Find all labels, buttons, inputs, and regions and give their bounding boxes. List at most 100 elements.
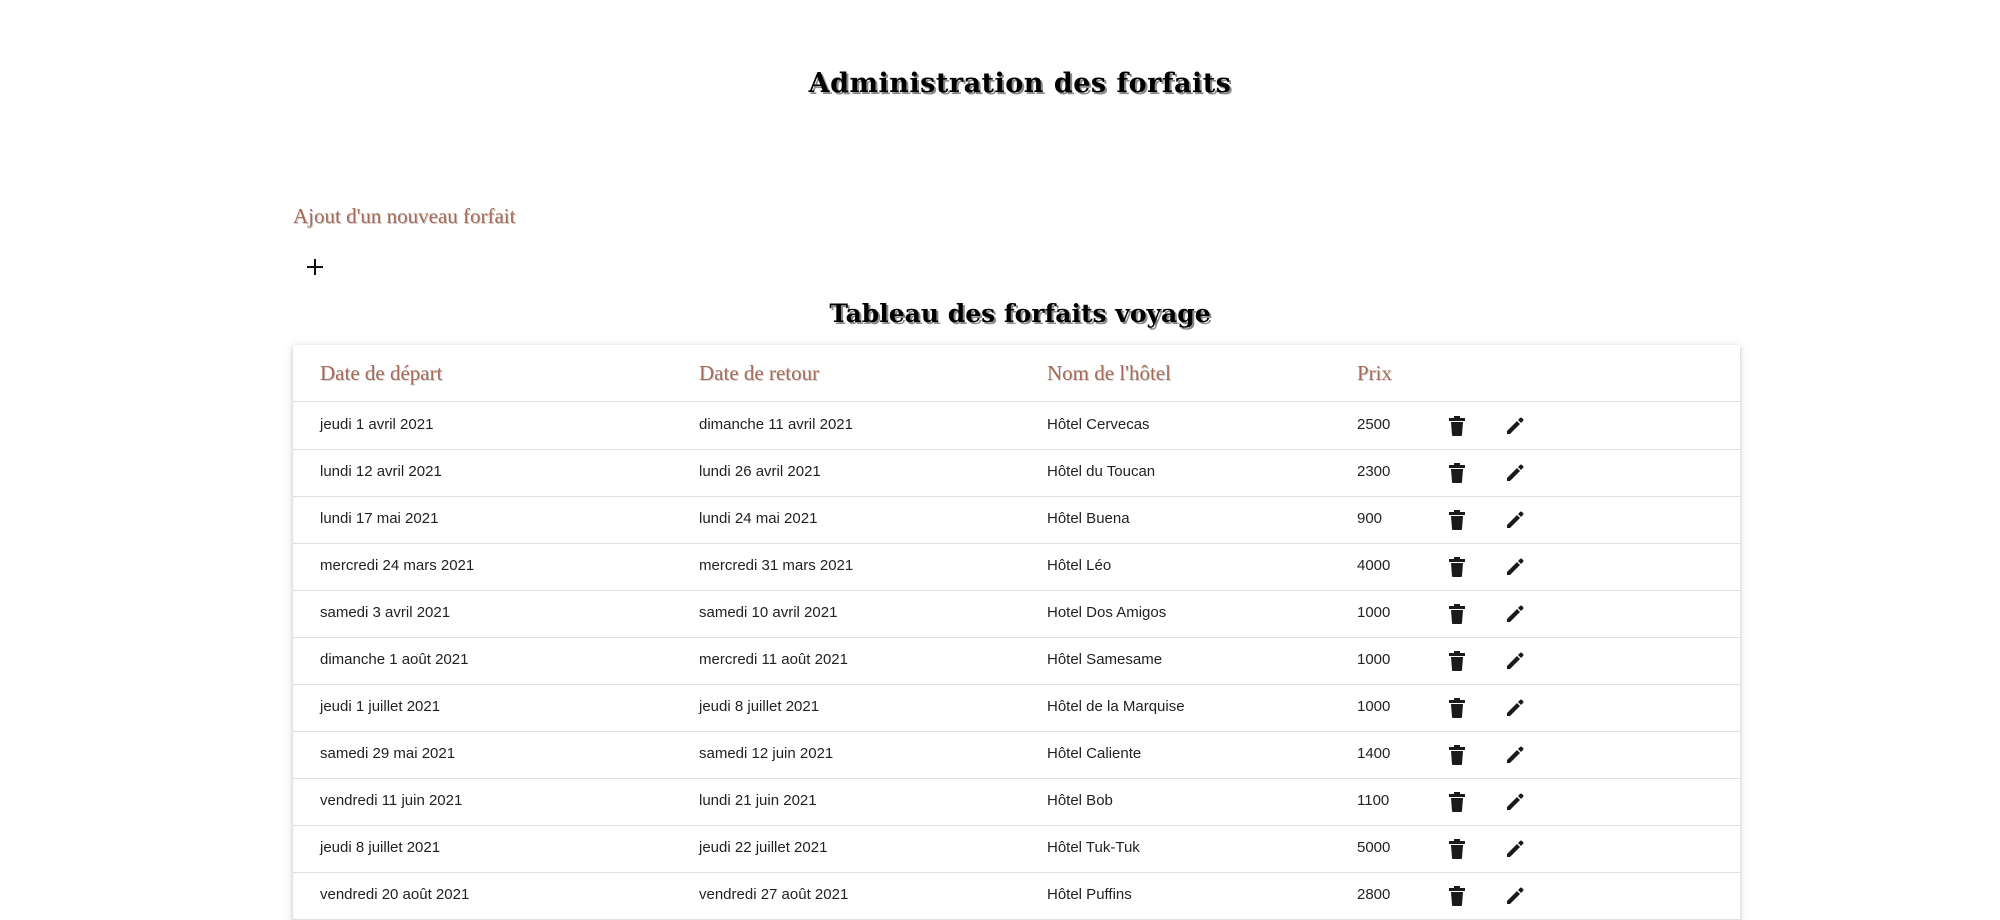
pencil-icon (1504, 791, 1526, 813)
column-header-departure-date: Date de départ (320, 361, 443, 385)
table-header-row: Date de départ Date de retour Nom de l'h… (293, 345, 1740, 402)
trash-icon (1447, 744, 1467, 766)
pencil-icon (1504, 603, 1526, 625)
delete-button[interactable] (1444, 648, 1470, 674)
delete-button[interactable] (1444, 601, 1470, 627)
hotel-name-cell: Hôtel de la Marquise (1047, 698, 1185, 715)
pencil-icon (1504, 556, 1526, 578)
column-header-return-date: Date de retour (699, 361, 820, 385)
plus-icon (305, 257, 325, 280)
departure-date-cell: jeudi 1 juillet 2021 (320, 698, 441, 715)
packages-table: Date de départ Date de retour Nom de l'h… (293, 345, 1740, 920)
return-date-cell: jeudi 22 juillet 2021 (699, 839, 828, 856)
table-row: samedi 29 mai 2021 samedi 12 juin 2021 Hôt… (293, 731, 1740, 779)
price-cell: 2500 (1357, 416, 1391, 433)
price-cell: 5000 (1357, 839, 1391, 856)
table-row: lundi 17 mai 2021 lundi 24 mai 2021 Hôtel … (293, 496, 1740, 544)
page-title: Administration des forfaits (808, 68, 1232, 99)
edit-button[interactable] (1502, 507, 1528, 533)
edit-button[interactable] (1502, 742, 1528, 768)
add-package-button[interactable] (300, 253, 330, 283)
return-date-cell: jeudi 8 juillet 2021 (699, 698, 820, 715)
delete-button[interactable] (1444, 554, 1470, 580)
table-row: jeudi 1 avril 2021 dimanche 11 avril 2021… (293, 402, 1740, 450)
page: Administration des forfaits Ajout d'un n… (0, 0, 2000, 920)
table-row: jeudi 8 juillet 2021 jeudi 22 juillet 202… (293, 825, 1740, 873)
trash-icon (1447, 556, 1467, 578)
edit-button[interactable] (1502, 460, 1528, 486)
table-row: lundi 12 avril 2021 lundi 26 avril 2021 Hô… (293, 449, 1740, 497)
delete-button[interactable] (1444, 742, 1470, 768)
delete-button[interactable] (1444, 460, 1470, 486)
trash-icon (1447, 697, 1467, 719)
table-row: mercredi 24 mars 2021 mercredi 31 mars 20… (293, 543, 1740, 591)
departure-date-cell: jeudi 8 juillet 2021 (320, 839, 441, 856)
return-date-cell: lundi 21 juin 2021 (699, 792, 817, 809)
hotel-name-cell: Hôtel Buena (1047, 510, 1130, 527)
price-cell: 1000 (1357, 604, 1391, 621)
departure-date-cell: samedi 29 mai 2021 (320, 745, 456, 762)
hotel-name-cell: Hôtel Bob (1047, 792, 1113, 809)
pencil-icon (1504, 509, 1526, 531)
hotel-name-cell: Hôtel Samesame (1047, 651, 1163, 668)
pencil-icon (1504, 885, 1526, 907)
trash-icon (1447, 509, 1467, 531)
delete-button[interactable] (1444, 789, 1470, 815)
hotel-name-cell: Hôtel Tuk-Tuk (1047, 839, 1140, 856)
price-cell: 900 (1357, 510, 1383, 527)
return-date-cell: dimanche 11 avril 2021 (699, 416, 853, 433)
edit-button[interactable] (1502, 648, 1528, 674)
edit-button[interactable] (1502, 789, 1528, 815)
table-row: vendredi 20 août 2021 vendredi 27 août 20… (293, 872, 1740, 920)
trash-icon (1447, 791, 1467, 813)
delete-button[interactable] (1444, 507, 1470, 533)
return-date-cell: vendredi 27 août 2021 (699, 886, 849, 903)
edit-button[interactable] (1502, 695, 1528, 721)
departure-date-cell: vendredi 20 août 2021 (320, 886, 470, 903)
departure-date-cell: dimanche 1 août 2021 (320, 651, 469, 668)
table-row: samedi 3 avril 2021 samedi 10 avril 2021 H… (293, 590, 1740, 638)
trash-icon (1447, 885, 1467, 907)
pencil-icon (1504, 415, 1526, 437)
delete-button[interactable] (1444, 695, 1470, 721)
departure-date-cell: samedi 3 avril 2021 (320, 604, 451, 621)
table-title: Tableau des forfaits voyage (829, 299, 1211, 328)
price-cell: 1000 (1357, 651, 1391, 668)
add-package-heading: Ajout d'un nouveau forfait (293, 204, 516, 228)
price-cell: 1000 (1357, 698, 1391, 715)
hotel-name-cell: Hotel Dos Amigos (1047, 604, 1167, 621)
hotel-name-cell: Hôtel Cervecas (1047, 416, 1150, 433)
return-date-cell: samedi 10 avril 2021 (699, 604, 838, 621)
hotel-name-cell: Hôtel du Toucan (1047, 463, 1156, 480)
price-cell: 4000 (1357, 557, 1391, 574)
edit-button[interactable] (1502, 601, 1528, 627)
hotel-name-cell: Hôtel Léo (1047, 557, 1112, 574)
departure-date-cell: vendredi 11 juin 2021 (320, 792, 463, 809)
return-date-cell: lundi 26 avril 2021 (699, 463, 821, 480)
price-cell: 1100 (1357, 792, 1390, 809)
table-row: jeudi 1 juillet 2021 jeudi 8 juillet 2021… (293, 684, 1740, 732)
pencil-icon (1504, 697, 1526, 719)
pencil-icon (1504, 650, 1526, 672)
trash-icon (1447, 603, 1467, 625)
price-cell: 1400 (1357, 745, 1391, 762)
edit-button[interactable] (1502, 883, 1528, 909)
delete-button[interactable] (1444, 836, 1470, 862)
column-header-price: Prix (1357, 361, 1393, 385)
trash-icon (1447, 415, 1467, 437)
return-date-cell: mercredi 31 mars 2021 (699, 557, 854, 574)
trash-icon (1447, 650, 1467, 672)
table-row: vendredi 11 juin 2021 lundi 21 juin 2021 H… (293, 778, 1740, 826)
trash-icon (1447, 462, 1467, 484)
price-cell: 2800 (1357, 886, 1391, 903)
pencil-icon (1504, 838, 1526, 860)
table-row: dimanche 1 août 2021 mercredi 11 août 202… (293, 637, 1740, 685)
delete-button[interactable] (1444, 413, 1470, 439)
edit-button[interactable] (1502, 413, 1528, 439)
hotel-name-cell: Hôtel Caliente (1047, 745, 1142, 762)
edit-button[interactable] (1502, 554, 1528, 580)
delete-button[interactable] (1444, 883, 1470, 909)
departure-date-cell: lundi 12 avril 2021 (320, 463, 442, 480)
departure-date-cell: mercredi 24 mars 2021 (320, 557, 475, 574)
edit-button[interactable] (1502, 836, 1528, 862)
